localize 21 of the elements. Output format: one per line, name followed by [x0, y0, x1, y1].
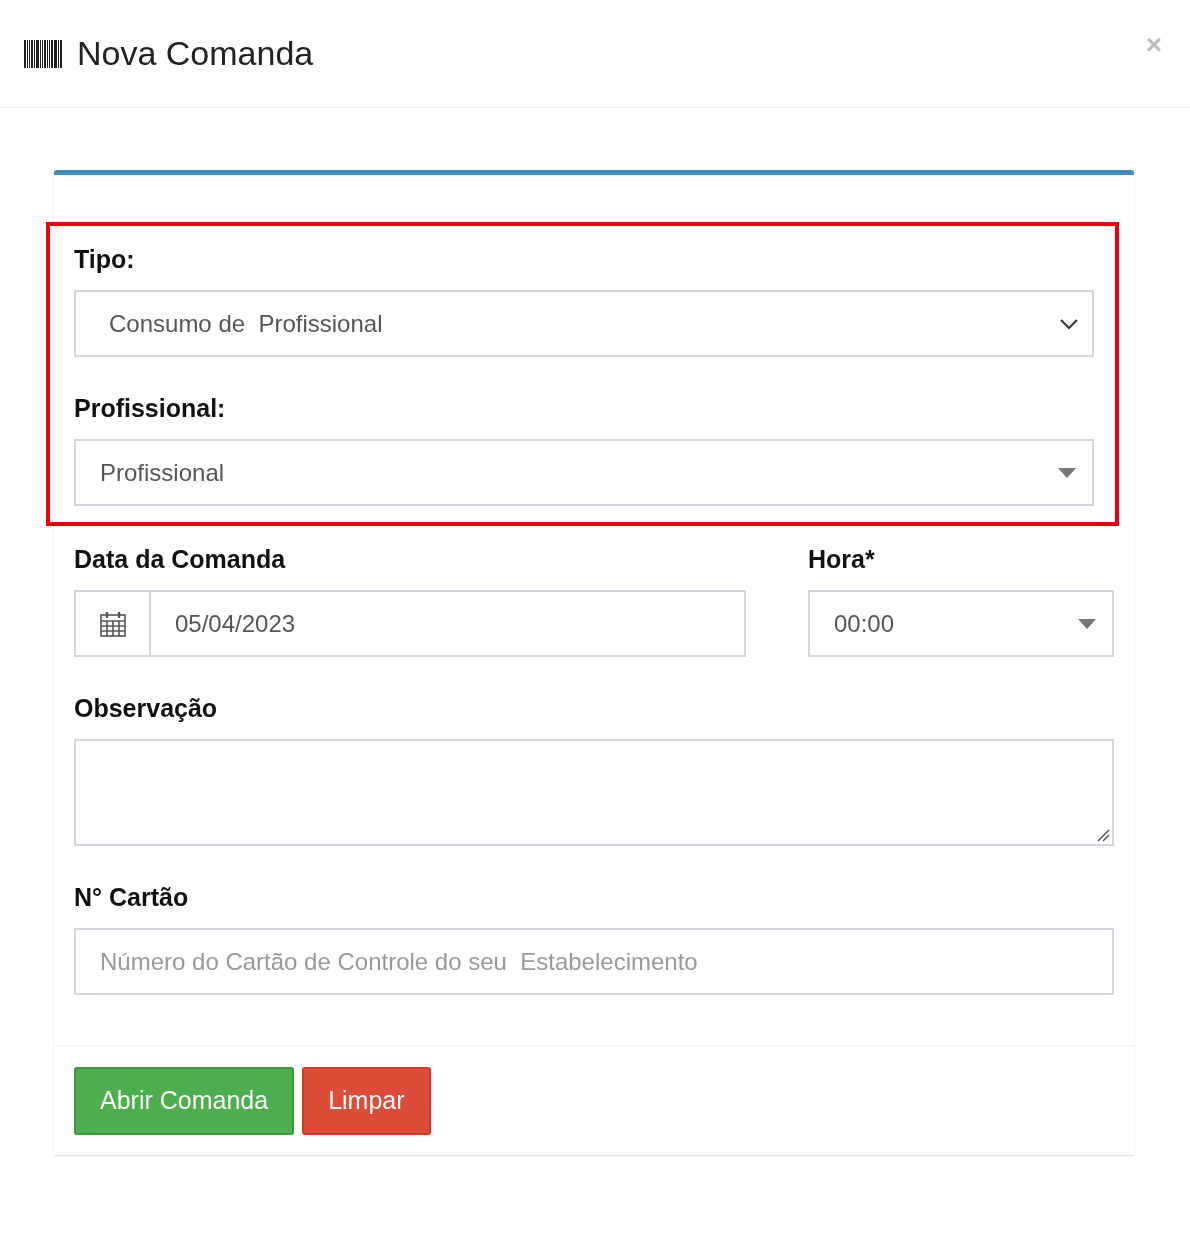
window-title: Nova Comanda — [77, 33, 314, 74]
field-label: Profissional: — [74, 393, 227, 424]
barcode-icon — [24, 39, 62, 68]
field-label: Tipo: — [74, 244, 136, 275]
select-field[interactable]: 00:00 — [808, 590, 1114, 657]
field-label: Hora* — [808, 544, 876, 575]
field-label: Data da Comanda — [74, 544, 287, 575]
input-field[interactable]: Número do Cartão de Controle do seu Estabelecimento — [74, 928, 1114, 995]
resize-grip-icon — [1096, 828, 1110, 842]
clear-button[interactable]: Limpar — [302, 1067, 431, 1135]
textarea-field[interactable] — [74, 739, 1114, 846]
caret-down-icon — [1078, 618, 1096, 629]
field-label: Observação — [74, 693, 219, 724]
chevron-down-icon — [1060, 317, 1078, 330]
field-label: N° Cartão — [74, 882, 190, 913]
calendar-addon[interactable] — [74, 590, 151, 657]
calendar-icon — [99, 610, 126, 637]
select-field[interactable]: Profissional — [74, 439, 1094, 506]
select-field[interactable]: Consumo de Profissional — [74, 290, 1094, 357]
caret-down-icon — [1058, 467, 1076, 478]
date-field[interactable]: 05/04/2023 — [151, 590, 746, 657]
